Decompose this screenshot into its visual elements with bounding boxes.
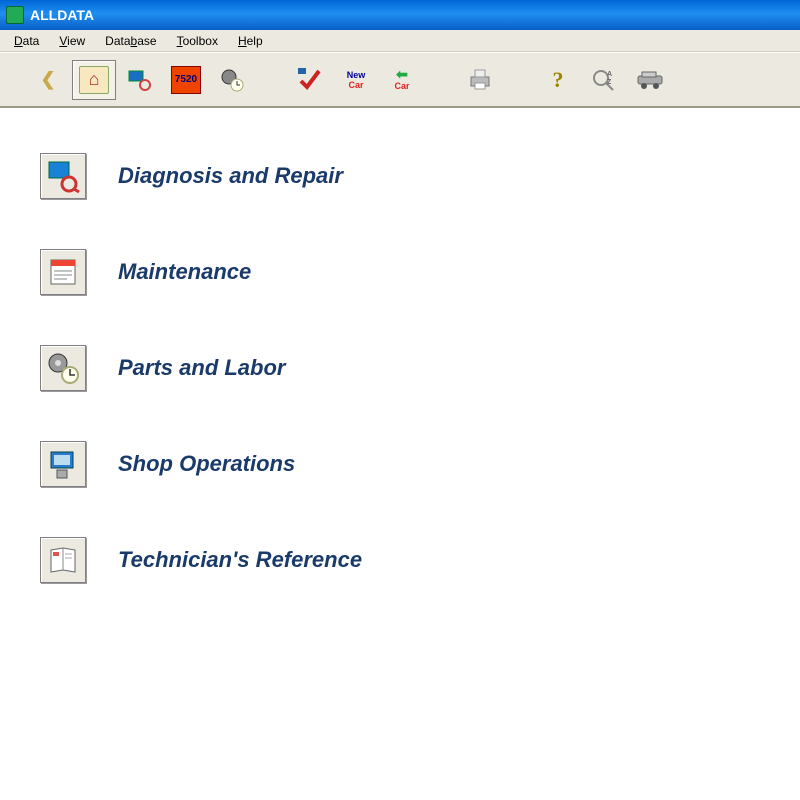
- vehicle-icon: [635, 66, 665, 94]
- gear-clock-icon: [217, 66, 247, 94]
- code-7520-button[interactable]: 7520: [164, 60, 208, 100]
- menu-database[interactable]: Database: [95, 32, 166, 50]
- prev-car-text: Car: [394, 81, 409, 91]
- help-question-icon: ?: [543, 66, 573, 94]
- checkmark-button[interactable]: [288, 60, 332, 100]
- wrench-magnify-icon: [125, 66, 155, 94]
- toolbar: ❮ ⌂ 7520 NewCar ⬅Car ?: [0, 52, 800, 108]
- svg-text:A: A: [607, 71, 612, 78]
- category-tech-ref-label: Technician's Reference: [118, 547, 362, 573]
- wrench-button[interactable]: [118, 60, 162, 100]
- category-diagnosis[interactable]: Diagnosis and Repair: [40, 153, 760, 199]
- main-content: Diagnosis and Repair Maintenance Parts a…: [0, 108, 800, 678]
- tech-ref-icon: [40, 537, 86, 583]
- window-title: ALLDATA: [30, 7, 94, 23]
- vehicle-button[interactable]: [628, 60, 672, 100]
- category-parts-labor[interactable]: Parts and Labor: [40, 345, 760, 391]
- home-button[interactable]: ⌂: [72, 60, 116, 100]
- new-car-button[interactable]: NewCar: [334, 60, 378, 100]
- new-car-icon: NewCar: [341, 66, 371, 94]
- search-az-button[interactable]: AZ: [582, 60, 626, 100]
- code-7520-icon: 7520: [171, 66, 201, 94]
- print-button[interactable]: [458, 60, 502, 100]
- prev-car-button[interactable]: ⬅Car: [380, 60, 424, 100]
- maintenance-icon: [40, 249, 86, 295]
- back-icon: ❮: [33, 66, 63, 94]
- titlebar: ALLDATA: [0, 0, 800, 30]
- new-car-text-top: New: [347, 70, 366, 80]
- category-shop-ops-label: Shop Operations: [118, 451, 295, 477]
- shop-ops-icon: [40, 441, 86, 487]
- category-shop-ops[interactable]: Shop Operations: [40, 441, 760, 487]
- help-button[interactable]: ?: [536, 60, 580, 100]
- back-button[interactable]: ❮: [26, 60, 70, 100]
- menu-help[interactable]: Help: [228, 32, 273, 50]
- diagnosis-icon: [40, 153, 86, 199]
- prev-car-icon: ⬅Car: [387, 66, 417, 94]
- menu-view[interactable]: View: [49, 32, 95, 50]
- home-icon: ⌂: [79, 66, 109, 94]
- category-maintenance-label: Maintenance: [118, 259, 251, 285]
- gear-clock-button[interactable]: [210, 60, 254, 100]
- menu-toolbox[interactable]: Toolbox: [167, 32, 228, 50]
- parts-labor-icon: [40, 345, 86, 391]
- print-icon: [465, 66, 495, 94]
- checkmark-tool-icon: [295, 66, 325, 94]
- app-icon: [6, 6, 24, 24]
- category-maintenance[interactable]: Maintenance: [40, 249, 760, 295]
- svg-text:Z: Z: [607, 79, 612, 86]
- category-diagnosis-label: Diagnosis and Repair: [118, 163, 343, 189]
- menubar: Data View Database Toolbox Help: [0, 30, 800, 52]
- search-az-icon: AZ: [589, 66, 619, 94]
- category-parts-labor-label: Parts and Labor: [118, 355, 285, 381]
- menu-data[interactable]: Data: [4, 32, 49, 50]
- new-car-text-bottom: Car: [348, 80, 363, 90]
- category-tech-ref[interactable]: Technician's Reference: [40, 537, 760, 583]
